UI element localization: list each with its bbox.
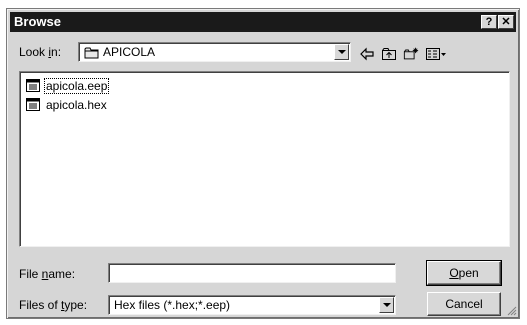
file-icon	[26, 79, 40, 92]
cancel-button[interactable]: Cancel	[427, 292, 501, 316]
look-in-value: APICOLA	[103, 45, 156, 59]
file-name-input[interactable]	[108, 263, 396, 283]
open-button[interactable]: Open	[426, 260, 502, 286]
file-name: apicola.hex	[46, 98, 107, 112]
close-button[interactable]: ✕	[498, 15, 514, 29]
resize-grip-icon[interactable]	[505, 304, 517, 316]
file-name: apicola.eep	[43, 78, 110, 94]
look-in-dropdown-button[interactable]	[334, 44, 349, 60]
title-bar[interactable]: Browse ? ✕	[10, 12, 516, 32]
chevron-down-icon	[338, 50, 346, 54]
new-folder-icon[interactable]	[403, 47, 419, 61]
back-arrow-icon[interactable]	[359, 47, 375, 61]
file-name-label: File name:	[19, 267, 76, 281]
files-of-type-label: Files of type:	[19, 298, 88, 312]
look-in-combo[interactable]: APICOLA	[78, 42, 351, 62]
files-of-type-combo[interactable]: Hex files (*.hex;*.eep)	[108, 295, 396, 315]
help-button[interactable]: ?	[481, 15, 497, 29]
browse-dialog: Browse ? ✕ Look in: APICOLA apicola.eep …	[6, 8, 520, 319]
file-icon	[26, 98, 40, 111]
folder-icon	[84, 47, 99, 59]
files-of-type-dropdown-button[interactable]	[379, 297, 394, 313]
file-list[interactable]: apicola.eep apicola.hex	[19, 71, 510, 247]
dialog-title: Browse	[14, 14, 61, 29]
chevron-down-icon	[383, 303, 391, 307]
look-in-label: Look in:	[19, 45, 62, 59]
up-folder-icon[interactable]	[381, 47, 397, 61]
files-of-type-value: Hex files (*.hex;*.eep)	[114, 298, 231, 312]
view-menu-icon[interactable]	[425, 47, 447, 61]
